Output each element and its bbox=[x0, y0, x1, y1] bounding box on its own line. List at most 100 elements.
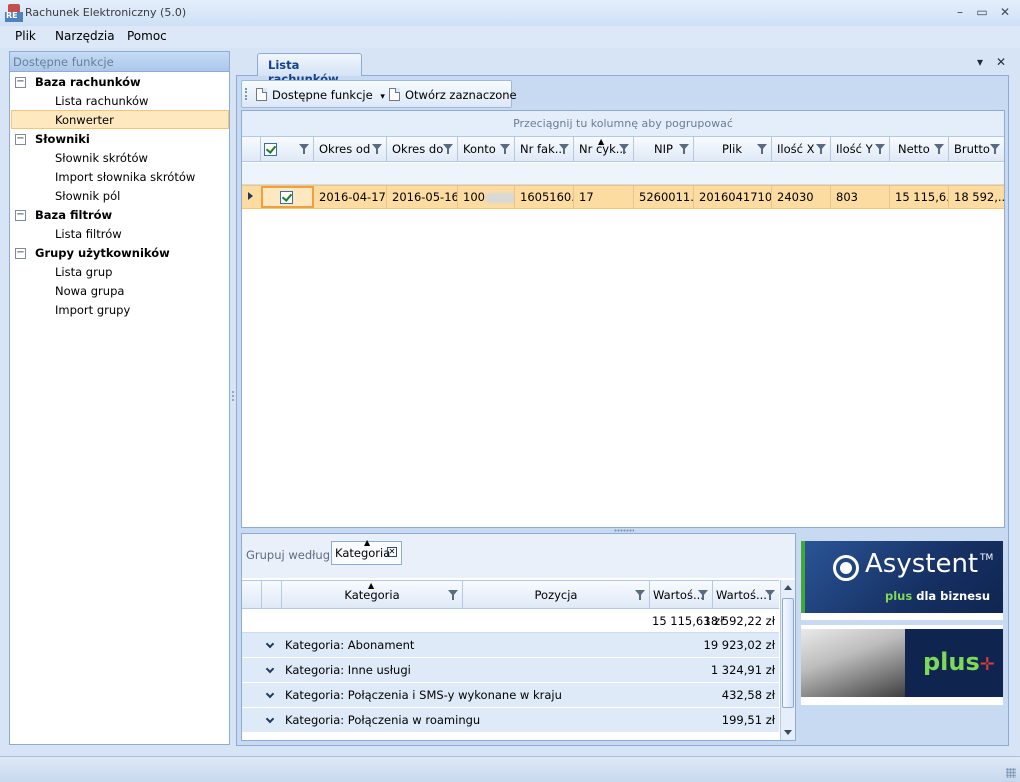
sidebar-item-slownik-pol[interactable]: Słownik pól bbox=[55, 187, 120, 206]
scroll-up-icon[interactable] bbox=[784, 585, 792, 590]
column-header-okres-od[interactable]: Okres od bbox=[314, 137, 387, 162]
collapse-icon[interactable]: − bbox=[15, 248, 26, 259]
cell-okres-od: 2016-04-17 bbox=[314, 186, 387, 208]
group-row[interactable]: Kategoria: Połączenia i SMS-y wykonane w… bbox=[242, 683, 779, 708]
menu-narzedzia[interactable]: Narzędzia bbox=[55, 29, 115, 43]
filter-icon[interactable] bbox=[679, 144, 689, 155]
filter-icon[interactable] bbox=[443, 144, 453, 155]
sidebar-group-baza-rachunkow[interactable]: Baza rachunków bbox=[35, 73, 141, 92]
asystent-subtitle: plus dla biznesu bbox=[885, 589, 990, 603]
collapse-icon[interactable]: − bbox=[15, 77, 26, 88]
auto-filter-row[interactable] bbox=[242, 163, 1004, 185]
cell-nr-faktury: 1605160... bbox=[515, 186, 574, 208]
sidebar-group-grupy-uzytkownikow[interactable]: Grupy użytkowników bbox=[35, 244, 170, 263]
column-header-ilosc-x[interactable]: Ilość X bbox=[772, 137, 831, 162]
column-header-nr-faktury[interactable]: Nr fak... bbox=[515, 137, 574, 162]
column-header-konto[interactable]: Konto bbox=[458, 137, 515, 162]
menu-pomoc[interactable]: Pomoc bbox=[127, 29, 167, 43]
filter-icon[interactable] bbox=[372, 144, 382, 155]
column-header-select[interactable] bbox=[261, 137, 314, 162]
sidebar-group-baza-filtrow[interactable]: Baza filtrów bbox=[35, 206, 112, 225]
column-header-brutto[interactable]: Brutto bbox=[949, 137, 1004, 162]
plus-banner[interactable]: plus✛ bbox=[801, 625, 1003, 705]
filter-icon[interactable] bbox=[559, 144, 569, 155]
filter-icon[interactable] bbox=[757, 144, 767, 155]
filter-icon[interactable] bbox=[875, 144, 885, 155]
cell-ilosc-x: 24030 bbox=[772, 186, 831, 208]
table-row[interactable]: 2016-04-17 2016-05-16 100 1605160... 17 … bbox=[242, 185, 1004, 209]
select-all-checkbox[interactable] bbox=[264, 143, 277, 156]
group-row[interactable]: Kategoria: Połączenia w roamingu 199,51 … bbox=[242, 708, 779, 733]
expand-chevron-icon[interactable] bbox=[265, 689, 275, 699]
groupby-chip-kategoria[interactable]: ▲ Kategoria ✕ bbox=[331, 538, 402, 565]
app-logo-text: RE bbox=[6, 11, 18, 20]
functions-dropdown-button[interactable]: Dostępne funkcje ▾ bbox=[256, 86, 385, 104]
remove-group-icon[interactable]: ✕ bbox=[387, 547, 397, 557]
column-header-okres-do[interactable]: Okres do bbox=[387, 137, 458, 162]
close-icon[interactable]: ✕ bbox=[996, 3, 1014, 21]
resize-grip-icon[interactable] bbox=[1006, 768, 1016, 778]
filter-icon[interactable] bbox=[619, 144, 629, 155]
filter-icon[interactable] bbox=[635, 590, 645, 601]
cell-okres-do: 2016-05-16 bbox=[387, 186, 458, 208]
menu-plik[interactable]: Plik bbox=[15, 29, 36, 43]
group-label: Kategoria: Inne usługi bbox=[285, 663, 411, 677]
column-header-kategoria[interactable]: ▲ Kategoria bbox=[282, 581, 463, 609]
plus-logo-text: plus bbox=[923, 648, 980, 676]
open-selected-button[interactable]: Otwórz zaznaczone bbox=[389, 86, 517, 104]
scroll-down-icon[interactable] bbox=[784, 730, 792, 735]
expand-chevron-icon[interactable] bbox=[265, 714, 275, 724]
column-header-nr-cyklu[interactable]: Nr cyk... ▲ bbox=[574, 137, 634, 162]
vertical-splitter[interactable] bbox=[231, 390, 235, 404]
scroll-thumb[interactable] bbox=[782, 598, 794, 708]
column-header-wartosc-netto[interactable]: Wartoś... bbox=[650, 581, 713, 609]
sidebar-selection-highlight bbox=[11, 110, 229, 129]
group-row[interactable]: Kategoria: Abonament 19 923,02 zł bbox=[242, 633, 779, 658]
vertical-scrollbar[interactable] bbox=[780, 580, 795, 740]
filter-icon[interactable] bbox=[448, 590, 458, 601]
horizontal-splitter[interactable] bbox=[614, 529, 634, 532]
maximize-icon[interactable]: ▭ bbox=[973, 3, 991, 21]
minimize-icon[interactable]: – bbox=[951, 3, 969, 21]
row-select-cell[interactable] bbox=[261, 186, 314, 208]
filter-icon[interactable] bbox=[500, 144, 510, 155]
row-checkbox[interactable] bbox=[280, 191, 293, 204]
column-label: Plik bbox=[722, 142, 742, 156]
filter-icon[interactable] bbox=[765, 590, 775, 601]
collapse-icon[interactable]: − bbox=[15, 210, 26, 221]
sidebar-item-lista-grup[interactable]: Lista grup bbox=[55, 263, 112, 282]
column-header-pozycja[interactable]: Pozycja bbox=[463, 581, 650, 609]
sidebar-item-lista-rachunkow[interactable]: Lista rachunków bbox=[55, 92, 148, 111]
column-header-wartosc-brutto[interactable]: Wartoś... bbox=[713, 581, 779, 609]
expand-chevron-icon[interactable] bbox=[265, 664, 275, 674]
tab-lista-rachunkow[interactable]: Lista rachunków bbox=[257, 53, 362, 86]
tab-menu-icon[interactable]: ▾ bbox=[977, 55, 983, 69]
collapse-icon[interactable]: − bbox=[15, 134, 26, 145]
group-label: Kategoria: Połączenia w roamingu bbox=[285, 713, 481, 727]
column-header-nip[interactable]: NIP bbox=[634, 137, 694, 162]
tab-close-icon[interactable]: ✕ bbox=[996, 55, 1006, 69]
sidebar-group-slowniki[interactable]: Słowniki bbox=[35, 130, 90, 149]
filter-icon[interactable] bbox=[698, 590, 708, 601]
groupby-panel[interactable]: Grupuj według: ▲ Kategoria ✕ bbox=[242, 534, 795, 578]
group-row[interactable]: Kategoria: Inne usługi 1 324,91 zł bbox=[242, 658, 779, 683]
sidebar-item-import-grupy[interactable]: Import grupy bbox=[55, 301, 130, 320]
sidebar-item-slownik-skrotow[interactable]: Słownik skrótów bbox=[55, 149, 148, 168]
asystent-banner[interactable]: Asystent TM plus dla biznesu bbox=[801, 541, 1003, 613]
column-header-plik[interactable]: Plik bbox=[694, 137, 772, 162]
toolbar-grip[interactable] bbox=[245, 88, 247, 100]
filter-icon[interactable] bbox=[299, 144, 309, 155]
filter-icon[interactable] bbox=[816, 144, 826, 155]
column-header-ilosc-y[interactable]: Ilość Y bbox=[831, 137, 890, 162]
sidebar-item-import-slownika[interactable]: Import słownika skrótów bbox=[55, 168, 195, 187]
group-drop-panel[interactable]: Przeciągnij tu kolumnę aby pogrupować bbox=[242, 111, 1004, 136]
filter-icon[interactable] bbox=[990, 144, 1000, 155]
filter-icon[interactable] bbox=[934, 144, 944, 155]
sidebar-item-lista-filtrow[interactable]: Lista filtrów bbox=[55, 225, 122, 244]
sidebar-item-konwerter[interactable]: Konwerter bbox=[55, 111, 114, 130]
expand-chevron-icon[interactable] bbox=[265, 639, 275, 649]
asystent-title: Asystent bbox=[865, 549, 979, 579]
column-header-netto[interactable]: Netto bbox=[890, 137, 949, 162]
sidebar-item-nowa-grupa[interactable]: Nowa grupa bbox=[55, 282, 124, 301]
invoices-grid: Przeciągnij tu kolumnę aby pogrupować Ok… bbox=[241, 110, 1005, 528]
